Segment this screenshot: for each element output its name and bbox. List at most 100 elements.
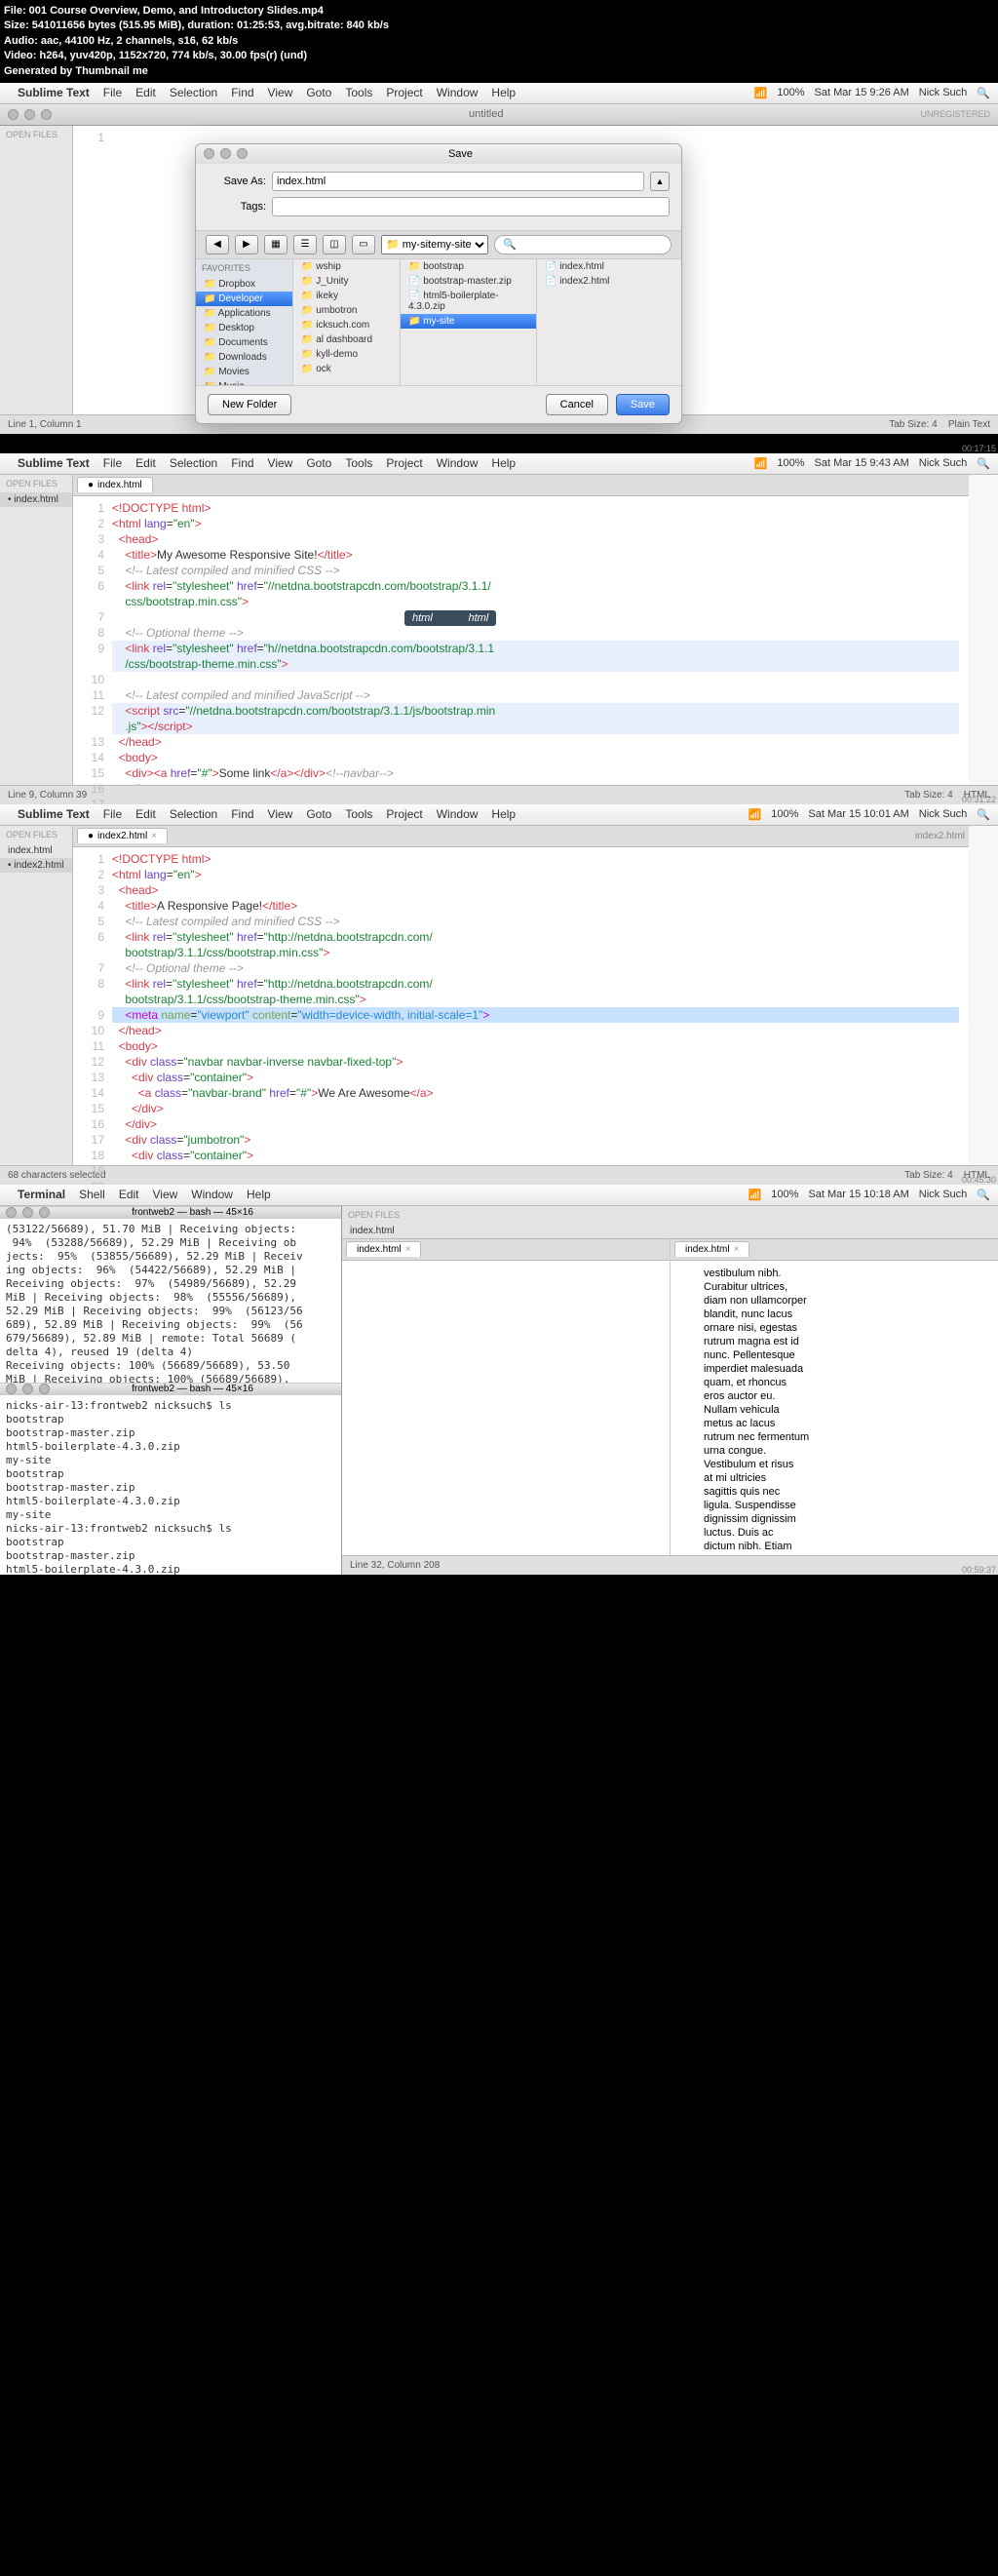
save-button[interactable]: Save: [616, 394, 670, 415]
favorite-item[interactable]: 📁 Dropbox: [196, 277, 292, 292]
clock[interactable]: Sat Mar 15 9:26 AM: [815, 87, 909, 98]
file-item[interactable]: 📄 index2.html: [537, 274, 681, 289]
file-item[interactable]: 📄 bootstrap-master.zip: [401, 274, 536, 289]
favorites-sidebar: FAVORITES 📁 Dropbox📁 Developer📁 Applicat…: [196, 259, 293, 385]
cancel-button[interactable]: Cancel: [546, 394, 608, 415]
file-item[interactable]: 📁 J_Unity: [293, 274, 400, 289]
favorite-item[interactable]: 📁 Desktop: [196, 321, 292, 335]
menubar: Sublime Text File Edit Selection Find Vi…: [0, 83, 998, 104]
menu-find[interactable]: Find: [231, 86, 253, 99]
save-as-input[interactable]: [272, 172, 644, 191]
terminal-output-1[interactable]: (53122/56689), 51.70 MiB | Receiving obj…: [0, 1219, 341, 1383]
tags-input[interactable]: [272, 197, 670, 216]
save-as-label: Save As:: [208, 176, 266, 187]
new-folder-button[interactable]: New Folder: [208, 394, 291, 415]
file-item[interactable]: 📄 html5-boilerplate-4.3.0.zip: [401, 289, 536, 314]
file-column-2[interactable]: 📁 bootstrap📄 bootstrap-master.zip📄 html5…: [401, 259, 537, 385]
autocomplete-tooltip[interactable]: html html: [404, 610, 496, 626]
wifi-icon[interactable]: 📶: [754, 87, 768, 99]
background-tab[interactable]: index2.html: [915, 831, 965, 841]
view-columns-icon[interactable]: ◫: [323, 235, 346, 254]
window-controls[interactable]: [6, 1207, 50, 1218]
user-menu[interactable]: Nick Such: [919, 87, 968, 98]
file-column-1[interactable]: 📁 wship📁 J_Unity📁 ikeky📁 umbotron📁 icksu…: [293, 259, 401, 385]
file-column-3[interactable]: 📄 index.html📄 index2.html: [537, 259, 681, 385]
terminal-output-2[interactable]: nicks-air-13:frontweb2 nicksuch$ ls boot…: [0, 1395, 341, 1575]
file-item[interactable]: 📁 icksuch.com: [293, 318, 400, 332]
file-item[interactable]: 📁 ikeky: [293, 289, 400, 303]
file-item[interactable]: 📁 al dashboard: [293, 332, 400, 347]
back-button[interactable]: ◀: [206, 235, 229, 254]
right-editor-pane[interactable]: vestibulum nibh.Curabitur ultrices,diam …: [700, 1261, 998, 1555]
close-icon[interactable]: ×: [151, 831, 157, 841]
favorite-item[interactable]: 📁 Music: [196, 379, 292, 385]
folder-select[interactable]: 📁 my-sitemy-site: [381, 235, 488, 254]
favorite-item[interactable]: 📁 Developer: [196, 292, 292, 306]
view-cover-icon[interactable]: ▭: [352, 235, 375, 254]
terminal-titlebar-2: frontweb2 — bash — 45×16: [0, 1383, 341, 1395]
spotlight-icon[interactable]: 🔍: [977, 87, 990, 99]
status-tabsize[interactable]: Tab Size: 4: [889, 419, 937, 430]
dialog-window-controls[interactable]: [204, 148, 248, 159]
favorite-item[interactable]: 📁 Documents: [196, 335, 292, 350]
menubar: Sublime Text File Edit Selection Find Vi…: [0, 453, 998, 475]
menu-edit[interactable]: Edit: [135, 86, 156, 99]
tab-right[interactable]: index.html ×: [674, 1241, 749, 1257]
battery-icon[interactable]: 100%: [777, 87, 804, 98]
file-item[interactable]: 📁 bootstrap: [401, 259, 536, 274]
status-lang[interactable]: Plain Text: [948, 419, 990, 430]
panel-1: Sublime Text File Edit Selection Find Vi…: [0, 83, 998, 453]
file-item[interactable]: 📁 wship: [293, 259, 400, 274]
editor-gutter: 1: [73, 126, 112, 414]
menu-project[interactable]: Project: [386, 86, 422, 99]
menu-selection[interactable]: Selection: [170, 86, 217, 99]
sidebar-file-index2[interactable]: • index2.html: [0, 858, 72, 873]
sidebar-file-index[interactable]: • index.html: [0, 492, 72, 507]
panel-2: Sublime Text File Edit Selection Find Vi…: [0, 453, 998, 804]
file-item[interactable]: 📁 ock: [293, 362, 400, 376]
fwd-button[interactable]: ▶: [235, 235, 258, 254]
editor-gutter: 293031: [671, 1261, 700, 1555]
tab-index2[interactable]: ● index2.html ×: [77, 828, 168, 843]
view-list-icon[interactable]: ☰: [293, 235, 317, 254]
menu-view[interactable]: View: [268, 86, 293, 99]
terminal-titlebar-1: frontweb2 — bash — 45×16: [0, 1206, 341, 1219]
view-grid-icon[interactable]: ▦: [264, 235, 288, 254]
menu-tools[interactable]: Tools: [345, 86, 372, 99]
sidebar: OPEN FILES • index.html: [0, 475, 73, 785]
active-app-name[interactable]: Sublime Text: [18, 86, 90, 99]
file-item[interactable]: 📁 my-site: [401, 314, 536, 329]
favorite-item[interactable]: 📁 Downloads: [196, 350, 292, 365]
menu-file[interactable]: File: [103, 86, 122, 99]
sidebar-file-index[interactable]: index.html: [0, 843, 72, 858]
window-controls[interactable]: [8, 109, 52, 120]
sidebar-section-header: OPEN FILES: [0, 126, 72, 143]
tab-left[interactable]: index.html ×: [346, 1241, 421, 1257]
minimap[interactable]: [969, 826, 998, 1165]
editor-content[interactable]: <!DOCTYPE html><html lang="en"> <head> <…: [112, 826, 969, 1165]
sidebar-file-index[interactable]: index.html: [342, 1224, 403, 1238]
expand-icon[interactable]: ▲: [650, 172, 670, 191]
close-icon[interactable]: ×: [405, 1244, 411, 1255]
favorite-item[interactable]: 📁 Applications: [196, 306, 292, 321]
window-controls[interactable]: [6, 1384, 50, 1394]
favorite-item[interactable]: 📁 Movies: [196, 365, 292, 379]
left-editor-pane[interactable]: [342, 1261, 670, 1555]
file-item[interactable]: 📄 index.html: [537, 259, 681, 274]
wifi-icon[interactable]: 📶: [754, 457, 768, 470]
timestamp: 00:17:15: [962, 444, 996, 453]
file-item[interactable]: 📁 kyll-demo: [293, 347, 400, 362]
active-app-name[interactable]: Sublime Text: [18, 456, 90, 470]
dialog-title: Save: [248, 148, 673, 160]
wifi-icon[interactable]: 📶: [748, 808, 762, 821]
file-item[interactable]: 📁 umbotron: [293, 303, 400, 318]
menu-goto[interactable]: Goto: [306, 86, 331, 99]
minimap[interactable]: [969, 475, 998, 785]
menu-help[interactable]: Help: [491, 86, 516, 99]
close-icon[interactable]: ×: [734, 1244, 740, 1255]
wifi-icon[interactable]: 📶: [748, 1189, 762, 1201]
window-title: untitled: [52, 108, 920, 120]
dialog-search[interactable]: [494, 235, 672, 254]
menu-window[interactable]: Window: [437, 86, 479, 99]
editor-content[interactable]: <!DOCTYPE html><html lang="en"> <head> <…: [112, 475, 969, 785]
